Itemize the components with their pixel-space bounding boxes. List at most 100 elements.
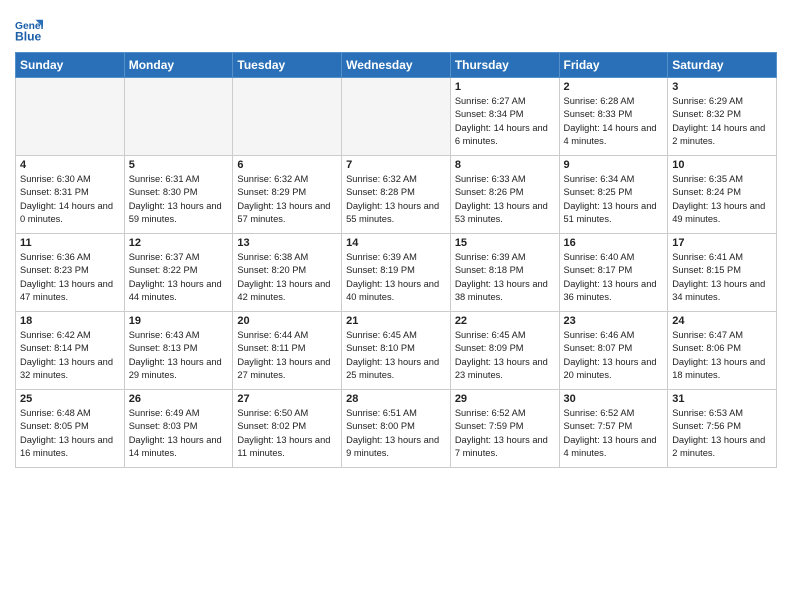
- day-info: Sunrise: 6:46 AMSunset: 8:07 PMDaylight:…: [564, 329, 664, 383]
- calendar-cell: 2Sunrise: 6:28 AMSunset: 8:33 PMDaylight…: [559, 78, 668, 156]
- day-info: Sunrise: 6:40 AMSunset: 8:17 PMDaylight:…: [564, 251, 664, 305]
- day-number: 2: [564, 81, 664, 93]
- svg-text:Blue: Blue: [15, 29, 42, 43]
- day-number: 10: [672, 159, 772, 171]
- calendar-cell: 28 Sunrise: 6:51 AMSunset: 8:00 PMDayligh…: [342, 390, 451, 468]
- day-info: Sunrise: 6:39 AMSunset: 8:18 PMDaylight:…: [455, 251, 555, 305]
- calendar-cell: 13 Sunrise: 6:38 AMSunset: 8:20 PMDayligh…: [233, 234, 342, 312]
- calendar-cell: 26 Sunrise: 6:49 AMSunset: 8:03 PMDayligh…: [124, 390, 233, 468]
- day-info: Sunrise: 6:35 AMSunset: 8:24 PMDaylight:…: [672, 173, 772, 227]
- day-number: 17: [672, 237, 772, 249]
- day-number: 4: [20, 159, 120, 171]
- day-info: Sunrise: 6:37 AMSunset: 8:22 PMDaylight:…: [129, 251, 229, 305]
- logo-icon: General Blue: [15, 16, 43, 44]
- column-header-sunday: Sunday: [16, 53, 125, 78]
- calendar-cell: 10 Sunrise: 6:35 AMSunset: 8:24 PMDayligh…: [668, 156, 777, 234]
- calendar-cell: 24 Sunrise: 6:47 AMSunset: 8:06 PMDayligh…: [668, 312, 777, 390]
- day-number: 15: [455, 237, 555, 249]
- day-number: 11: [20, 237, 120, 249]
- calendar-cell: 6 Sunrise: 6:32 AMSunset: 8:29 PMDaylight…: [233, 156, 342, 234]
- calendar-cell: 22 Sunrise: 6:45 AMSunset: 8:09 PMDayligh…: [450, 312, 559, 390]
- day-info: Sunrise: 6:32 AMSunset: 8:29 PMDaylight:…: [237, 173, 337, 227]
- calendar-cell: 1Sunrise: 6:27 AMSunset: 8:34 PMDaylight…: [450, 78, 559, 156]
- calendar-cell: 29Sunrise: 6:52 AMSunset: 7:59 PMDayligh…: [450, 390, 559, 468]
- day-number: 22: [455, 315, 555, 327]
- day-info: Sunrise: 6:29 AMSunset: 8:32 PMDaylight:…: [672, 95, 772, 149]
- day-number: 13: [237, 237, 337, 249]
- day-number: 18: [20, 315, 120, 327]
- day-info: Sunrise: 6:39 AMSunset: 8:19 PMDaylight:…: [346, 251, 446, 305]
- calendar-cell: 12 Sunrise: 6:37 AMSunset: 8:22 PMDayligh…: [124, 234, 233, 312]
- calendar-cell: 3 Sunrise: 6:29 AMSunset: 8:32 PMDaylight…: [668, 78, 777, 156]
- calendar-cell: 9Sunrise: 6:34 AMSunset: 8:25 PMDaylight…: [559, 156, 668, 234]
- day-info: Sunrise: 6:36 AMSunset: 8:23 PMDaylight:…: [20, 251, 120, 305]
- day-number: 31: [672, 393, 772, 405]
- day-number: 16: [564, 237, 664, 249]
- calendar-cell: 25Sunrise: 6:48 AMSunset: 8:05 PMDayligh…: [16, 390, 125, 468]
- calendar-cell: 11 Sunrise: 6:36 AMSunset: 8:23 PMDayligh…: [16, 234, 125, 312]
- calendar-cell: 20 Sunrise: 6:44 AMSunset: 8:11 PMDayligh…: [233, 312, 342, 390]
- day-info: Sunrise: 6:41 AMSunset: 8:15 PMDaylight:…: [672, 251, 772, 305]
- week-row-1: 1Sunrise: 6:27 AMSunset: 8:34 PMDaylight…: [16, 78, 777, 156]
- week-row-5: 25Sunrise: 6:48 AMSunset: 8:05 PMDayligh…: [16, 390, 777, 468]
- calendar-cell: 14 Sunrise: 6:39 AMSunset: 8:19 PMDayligh…: [342, 234, 451, 312]
- day-number: 28: [346, 393, 446, 405]
- calendar-cell: 17 Sunrise: 6:41 AMSunset: 8:15 PMDayligh…: [668, 234, 777, 312]
- column-header-tuesday: Tuesday: [233, 53, 342, 78]
- day-number: 23: [564, 315, 664, 327]
- day-info: Sunrise: 6:45 AMSunset: 8:09 PMDaylight:…: [455, 329, 555, 383]
- column-header-friday: Friday: [559, 53, 668, 78]
- day-number: 20: [237, 315, 337, 327]
- week-row-3: 11 Sunrise: 6:36 AMSunset: 8:23 PMDayligh…: [16, 234, 777, 312]
- day-info: Sunrise: 6:27 AMSunset: 8:34 PMDaylight:…: [455, 95, 555, 149]
- day-info: Sunrise: 6:32 AMSunset: 8:28 PMDaylight:…: [346, 173, 446, 227]
- day-number: 6: [237, 159, 337, 171]
- calendar-cell: 16 Sunrise: 6:40 AMSunset: 8:17 PMDayligh…: [559, 234, 668, 312]
- day-info: Sunrise: 6:52 AMSunset: 7:57 PMDaylight:…: [564, 407, 664, 461]
- calendar-cell: 8Sunrise: 6:33 AMSunset: 8:26 PMDaylight…: [450, 156, 559, 234]
- day-number: 26: [129, 393, 229, 405]
- day-number: 29: [455, 393, 555, 405]
- calendar-cell: 5Sunrise: 6:31 AMSunset: 8:30 PMDaylight…: [124, 156, 233, 234]
- page-header: General Blue: [15, 10, 777, 44]
- calendar-cell: 21Sunrise: 6:45 AMSunset: 8:10 PMDayligh…: [342, 312, 451, 390]
- column-header-monday: Monday: [124, 53, 233, 78]
- week-row-2: 4 Sunrise: 6:30 AMSunset: 8:31 PMDaylight…: [16, 156, 777, 234]
- day-number: 14: [346, 237, 446, 249]
- calendar-table: SundayMondayTuesdayWednesdayThursdayFrid…: [15, 52, 777, 468]
- day-info: Sunrise: 6:30 AMSunset: 8:31 PMDaylight:…: [20, 173, 120, 227]
- calendar-cell: [124, 78, 233, 156]
- day-info: Sunrise: 6:38 AMSunset: 8:20 PMDaylight:…: [237, 251, 337, 305]
- day-info: Sunrise: 6:44 AMSunset: 8:11 PMDaylight:…: [237, 329, 337, 383]
- day-number: 30: [564, 393, 664, 405]
- day-info: Sunrise: 6:45 AMSunset: 8:10 PMDaylight:…: [346, 329, 446, 383]
- column-header-thursday: Thursday: [450, 53, 559, 78]
- day-info: Sunrise: 6:34 AMSunset: 8:25 PMDaylight:…: [564, 173, 664, 227]
- day-info: Sunrise: 6:33 AMSunset: 8:26 PMDaylight:…: [455, 173, 555, 227]
- day-info: Sunrise: 6:50 AMSunset: 8:02 PMDaylight:…: [237, 407, 337, 461]
- day-number: 25: [20, 393, 120, 405]
- day-number: 7: [346, 159, 446, 171]
- calendar-cell: [233, 78, 342, 156]
- day-info: Sunrise: 6:31 AMSunset: 8:30 PMDaylight:…: [129, 173, 229, 227]
- calendar-cell: [16, 78, 125, 156]
- calendar-cell: 30 Sunrise: 6:52 AMSunset: 7:57 PMDayligh…: [559, 390, 668, 468]
- day-number: 24: [672, 315, 772, 327]
- calendar-cell: 31 Sunrise: 6:53 AMSunset: 7:56 PMDayligh…: [668, 390, 777, 468]
- day-info: Sunrise: 6:53 AMSunset: 7:56 PMDaylight:…: [672, 407, 772, 461]
- day-number: 19: [129, 315, 229, 327]
- calendar-cell: 19Sunrise: 6:43 AMSunset: 8:13 PMDayligh…: [124, 312, 233, 390]
- day-number: 3: [672, 81, 772, 93]
- day-info: Sunrise: 6:42 AMSunset: 8:14 PMDaylight:…: [20, 329, 120, 383]
- calendar-cell: 4 Sunrise: 6:30 AMSunset: 8:31 PMDaylight…: [16, 156, 125, 234]
- column-header-wednesday: Wednesday: [342, 53, 451, 78]
- logo: General Blue: [15, 16, 43, 44]
- day-info: Sunrise: 6:49 AMSunset: 8:03 PMDaylight:…: [129, 407, 229, 461]
- day-info: Sunrise: 6:51 AMSunset: 8:00 PMDaylight:…: [346, 407, 446, 461]
- calendar-cell: 18 Sunrise: 6:42 AMSunset: 8:14 PMDayligh…: [16, 312, 125, 390]
- calendar-cell: [342, 78, 451, 156]
- calendar-cell: 23 Sunrise: 6:46 AMSunset: 8:07 PMDayligh…: [559, 312, 668, 390]
- week-row-4: 18 Sunrise: 6:42 AMSunset: 8:14 PMDayligh…: [16, 312, 777, 390]
- day-info: Sunrise: 6:47 AMSunset: 8:06 PMDaylight:…: [672, 329, 772, 383]
- day-number: 12: [129, 237, 229, 249]
